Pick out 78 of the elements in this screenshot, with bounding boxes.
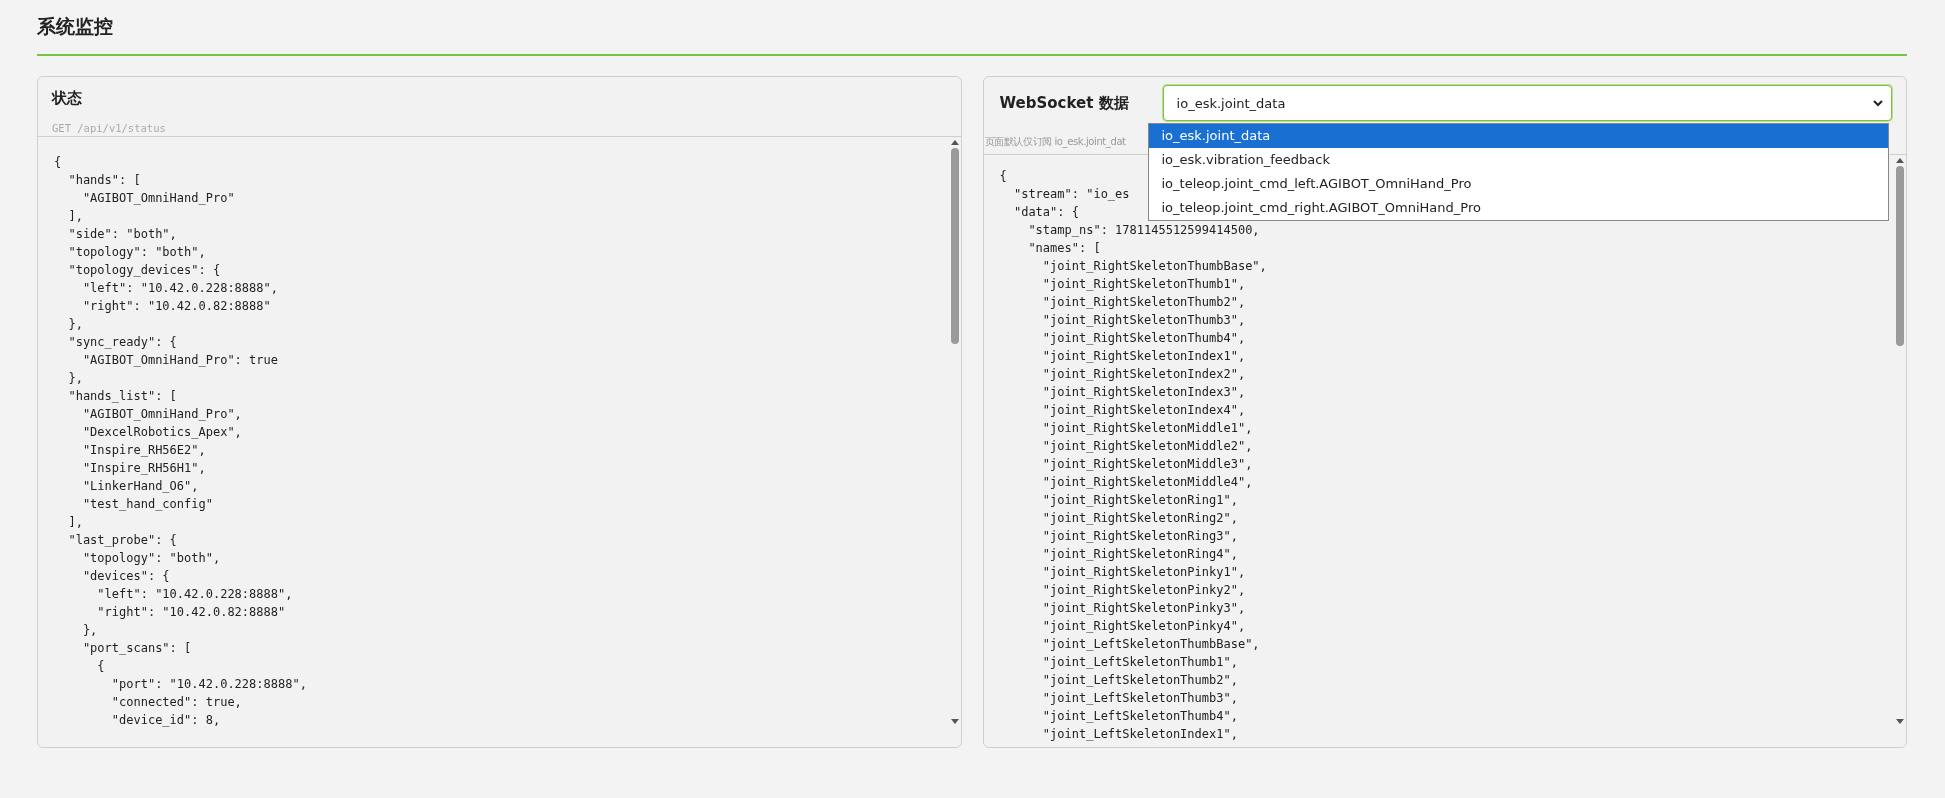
code-line: "side": "both", — [67, 226, 177, 243]
code-line: "joint_RightSkeletonThumb1", — [1041, 276, 1246, 293]
code-line: "joint_RightSkeletonIndex2", — [1041, 366, 1246, 383]
code-line: "left": "10.42.0.228:8888", — [81, 280, 278, 297]
scrollbar-thumb[interactable] — [1896, 166, 1904, 346]
code-line: "last_probe": { — [67, 532, 177, 549]
code-line: "joint_RightSkeletonRing1", — [1041, 492, 1238, 509]
code-line: "right": "10.42.0.82:8888" — [96, 604, 286, 621]
code-line: "data": { — [1012, 204, 1079, 221]
scrollbar-thumb[interactable] — [950, 148, 959, 344]
code-line: "joint_RightSkeletonRing4", — [1041, 546, 1238, 563]
code-line: "joint_LeftSkeletonThumb1", — [1041, 654, 1238, 671]
code-line: "topology_devices": { — [67, 262, 221, 279]
subscription-note: 页面默认仅订阅 io_esk.joint_dat — [984, 135, 1126, 149]
code-line: "joint_RightSkeletonIndex4", — [1041, 402, 1246, 419]
code-line: "sync_ready": { — [67, 334, 177, 351]
code-line: "right": "10.42.0.82:8888" — [81, 298, 271, 315]
code-line: { — [54, 154, 62, 171]
scroll-down-icon[interactable] — [1896, 719, 1904, 724]
code-line: "devices": { — [81, 568, 170, 585]
code-line: }, — [81, 622, 98, 639]
code-line: "joint_LeftSkeletonIndex1", — [1041, 726, 1238, 743]
code-line: "joint_RightSkeletonRing3", — [1041, 528, 1238, 545]
code-line: "AGIBOT_OmniHand_Pro": true — [81, 352, 278, 369]
code-line: "joint_RightSkeletonMiddle1", — [1041, 420, 1253, 437]
panel-title: WebSocket 数据 — [999, 93, 1129, 113]
code-line: }, — [67, 316, 83, 333]
code-line: "joint_LeftSkeletonThumb3", — [1041, 690, 1238, 707]
code-line: "LinkerHand_O6", — [81, 478, 199, 495]
code-line: "joint_LeftSkeletonThumbBase", — [1041, 636, 1260, 653]
code-line: "joint_RightSkeletonThumb3", — [1041, 312, 1246, 329]
code-line: "joint_LeftSkeletonThumb4", — [1041, 708, 1238, 725]
code-line: "joint_RightSkeletonMiddle3", — [1041, 456, 1253, 473]
stream-select[interactable]: io_esk.joint_data — [1162, 85, 1892, 121]
code-line: "AGIBOT_OmniHand_Pro" — [81, 190, 235, 207]
code-line: "joint_RightSkeletonThumb4", — [1041, 330, 1246, 347]
code-line: { — [96, 658, 105, 675]
code-line: "joint_RightSkeletonPinky4", — [1041, 618, 1246, 635]
code-line: "joint_RightSkeletonPinky1", — [1041, 564, 1246, 581]
code-line: "topology": "both", — [81, 550, 221, 567]
scroll-up-icon[interactable] — [1896, 158, 1904, 163]
panel-title: 状态 — [52, 89, 82, 108]
code-line: "test_hand_config" — [81, 496, 213, 513]
code-line: "connected": true, — [110, 694, 242, 711]
code-line: "joint_RightSkeletonMiddle2", — [1041, 438, 1253, 455]
code-line: "joint_RightSkeletonPinky3", — [1041, 600, 1246, 617]
code-line: "joint_RightSkeletonPinky2", — [1041, 582, 1246, 599]
chevron-down-icon — [1873, 99, 1883, 107]
code-line: { — [999, 168, 1007, 185]
code-line: "joint_RightSkeletonIndex3", — [1041, 384, 1246, 401]
code-line: "left": "10.42.0.228:8888", — [96, 586, 293, 603]
endpoint-label: GET /api/v1/status — [52, 122, 166, 134]
scroll-down-icon[interactable] — [950, 719, 959, 724]
code-line: "DexcelRobotics_Apex", — [81, 424, 242, 441]
code-line: "names": [ — [1027, 240, 1101, 257]
code-line: "joint_RightSkeletonThumb2", — [1041, 294, 1246, 311]
code-line: "topology": "both", — [67, 244, 206, 261]
code-line: "joint_RightSkeletonIndex1", — [1041, 348, 1246, 365]
dropdown-option[interactable]: io_esk.joint_data — [1148, 124, 1888, 148]
code-line: "device_id": 8, — [110, 712, 221, 729]
code-line: "joint_RightSkeletonRing2", — [1041, 510, 1238, 527]
code-line: "joint_RightSkeletonMiddle4", — [1041, 474, 1253, 491]
code-line: "port": "10.42.0.228:8888", — [110, 676, 307, 693]
code-line: "joint_RightSkeletonThumbBase", — [1041, 258, 1267, 275]
code-line: "hands": [ — [67, 172, 141, 189]
code-line: }, — [67, 370, 83, 387]
code-line: "AGIBOT_OmniHand_Pro", — [81, 406, 242, 423]
code-line: ], — [67, 208, 83, 225]
code-line: "joint_LeftSkeletonThumb2", — [1041, 672, 1238, 689]
code-line: "port_scans": [ — [81, 640, 192, 657]
code-line: "hands_list": [ — [67, 388, 177, 405]
code-line: ], — [67, 514, 83, 531]
code-line: "stamp_ns": 1781145512599414500, — [1027, 222, 1260, 239]
code-line: "Inspire_RH56E2", — [81, 442, 206, 459]
page-title: 系统监控 — [37, 14, 113, 39]
code-line: "Inspire_RH56H1", — [81, 460, 206, 477]
code-line: "stream": "io_es — [1012, 186, 1130, 203]
scroll-up-icon[interactable] — [950, 140, 959, 145]
